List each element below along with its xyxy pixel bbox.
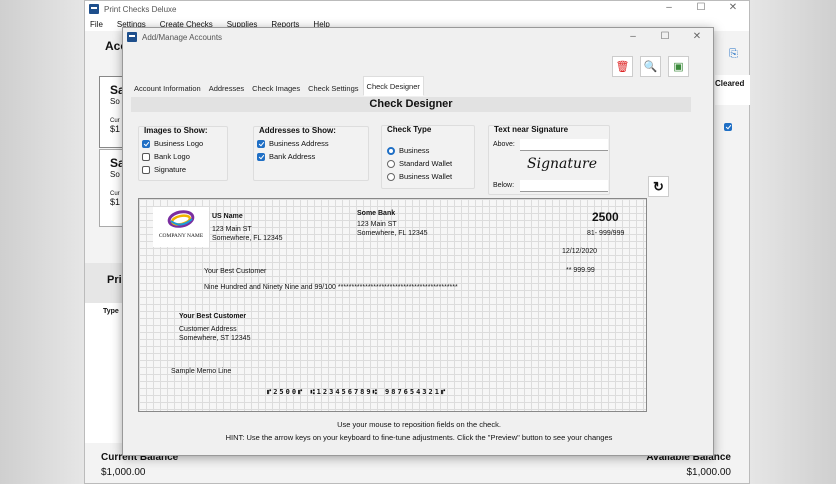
signature-checkbox[interactable]: Signature <box>142 163 203 176</box>
bank-address-2[interactable]: Somewhere, FL 12345 <box>357 230 428 237</box>
cleared-checkbox[interactable] <box>724 123 732 131</box>
print-header: Pri <box>107 274 122 286</box>
tab-check-designer[interactable]: Check Designer <box>362 76 424 96</box>
main-title-bar: Print Checks Deluxe – ☐ ✕ <box>85 1 749 17</box>
background-left <box>0 0 84 484</box>
check-number[interactable]: 2500 <box>592 210 619 224</box>
current-balance: $1,000.00 <box>101 467 146 478</box>
refresh-icon[interactable]: ↻ <box>648 176 669 197</box>
add-manage-accounts-dialog: Add/Manage Accounts – ☐ ✕ 🗑 🔍 ▣ Account In… <box>122 27 714 456</box>
bank-address-1[interactable]: 123 Main ST <box>357 221 397 228</box>
dialog-title: Add/Manage Accounts <box>142 32 223 42</box>
address-name[interactable]: Your Best Customer <box>179 313 246 320</box>
signature-sample: Signature <box>527 156 598 172</box>
address-line-1[interactable]: Customer Address <box>179 326 237 333</box>
below-input[interactable] <box>520 180 608 192</box>
group-title: Text near Signature <box>494 125 569 134</box>
check-date[interactable]: 12/12/2020 <box>562 248 597 255</box>
main-title: Print Checks Deluxe <box>104 4 177 14</box>
business-logo-checkbox[interactable]: Business Logo <box>142 137 203 150</box>
add-account-icon[interactable]: ⎘ <box>723 44 744 65</box>
group-title: Check Type <box>387 125 432 134</box>
hint-keyboard: HINT: Use the arrow keys on your keyboar… <box>225 433 613 442</box>
background-right <box>750 0 836 484</box>
above-label: Above: <box>493 141 515 148</box>
amount-in-words[interactable]: Nine Hundred and Ninety Nine and 99/100 … <box>204 284 458 291</box>
logo-swirl-icon <box>167 210 195 228</box>
payee-name[interactable]: Your Best Customer <box>204 268 266 275</box>
address-line-2[interactable]: Somewhere, ST 12345 <box>179 335 250 342</box>
bank-name[interactable]: Some Bank <box>357 210 395 217</box>
dialog-minimize-button[interactable]: – <box>617 30 649 44</box>
below-label: Below: <box>493 182 515 189</box>
close-button[interactable]: ✕ <box>717 1 749 15</box>
dialog-title-bar: Add/Manage Accounts – ☐ ✕ <box>123 28 713 46</box>
above-input[interactable] <box>520 139 608 151</box>
routing-fraction[interactable]: 81- 999/999 <box>587 230 624 237</box>
check-designer-heading: Check Designer <box>131 97 691 112</box>
dialog-close-button[interactable]: ✕ <box>681 30 713 44</box>
business-address-checkbox[interactable]: Business Address <box>257 137 329 150</box>
minimize-button[interactable]: – <box>653 1 685 15</box>
addresses-to-show-group: Addresses to Show: Business Address Bank… <box>253 126 369 181</box>
tab-addresses[interactable]: Addresses <box>205 79 248 96</box>
tab-check-settings[interactable]: Check Settings <box>304 79 362 96</box>
bank-logo-checkbox[interactable]: Bank Logo <box>142 150 203 163</box>
save-icon[interactable]: ▣ <box>668 56 689 77</box>
dialog-maximize-button[interactable]: ☐ <box>649 30 681 44</box>
maximize-button[interactable]: ☐ <box>685 1 717 15</box>
micr-line[interactable]: ⑈2500⑈ ⑆123456789⑆ 987654321⑈ <box>267 388 447 396</box>
app-icon <box>89 4 99 14</box>
preview-icon[interactable]: 🔍 <box>640 56 661 77</box>
dialog-app-icon <box>127 32 137 42</box>
hint-mouse: Use your mouse to reposition fields on t… <box>337 420 501 429</box>
standard-wallet-radio[interactable]: Standard Wallet <box>387 157 452 170</box>
business-address-1[interactable]: 123 Main ST <box>212 226 252 233</box>
business-radio[interactable]: Business <box>387 144 452 157</box>
amount[interactable]: ** 999.99 <box>566 267 595 274</box>
business-address-2[interactable]: Somewhere, FL 12345 <box>212 235 283 242</box>
images-to-show-group: Images to Show: Business Logo Bank Logo … <box>138 126 228 181</box>
text-near-signature-group: Text near Signature Above: Signature Bel… <box>488 125 610 195</box>
tab-check-images[interactable]: Check Images <box>248 79 304 96</box>
memo-line[interactable]: Sample Memo Line <box>171 368 231 375</box>
check-type-group: Check Type Business Standard Wallet Busi… <box>381 125 475 189</box>
tab-account-information[interactable]: Account Information <box>130 79 205 96</box>
business-wallet-radio[interactable]: Business Wallet <box>387 170 452 183</box>
check-design-canvas[interactable]: COMPANY NAME US Name 123 Main ST Somewhe… <box>138 198 647 412</box>
bank-address-checkbox[interactable]: Bank Address <box>257 150 329 163</box>
available-balance: $1,000.00 <box>686 467 732 478</box>
type-column-header: Type <box>103 308 119 315</box>
group-title: Images to Show: <box>144 126 208 135</box>
menu-file[interactable]: File <box>90 20 103 29</box>
business-logo[interactable]: COMPANY NAME <box>153 207 209 247</box>
business-name[interactable]: US Name <box>212 213 243 220</box>
group-title: Addresses to Show: <box>259 126 336 135</box>
cleared-column-header: Cleared <box>715 79 745 88</box>
tab-bar: Account Information Addresses Check Imag… <box>130 76 424 96</box>
delete-icon[interactable]: 🗑 <box>612 56 633 77</box>
